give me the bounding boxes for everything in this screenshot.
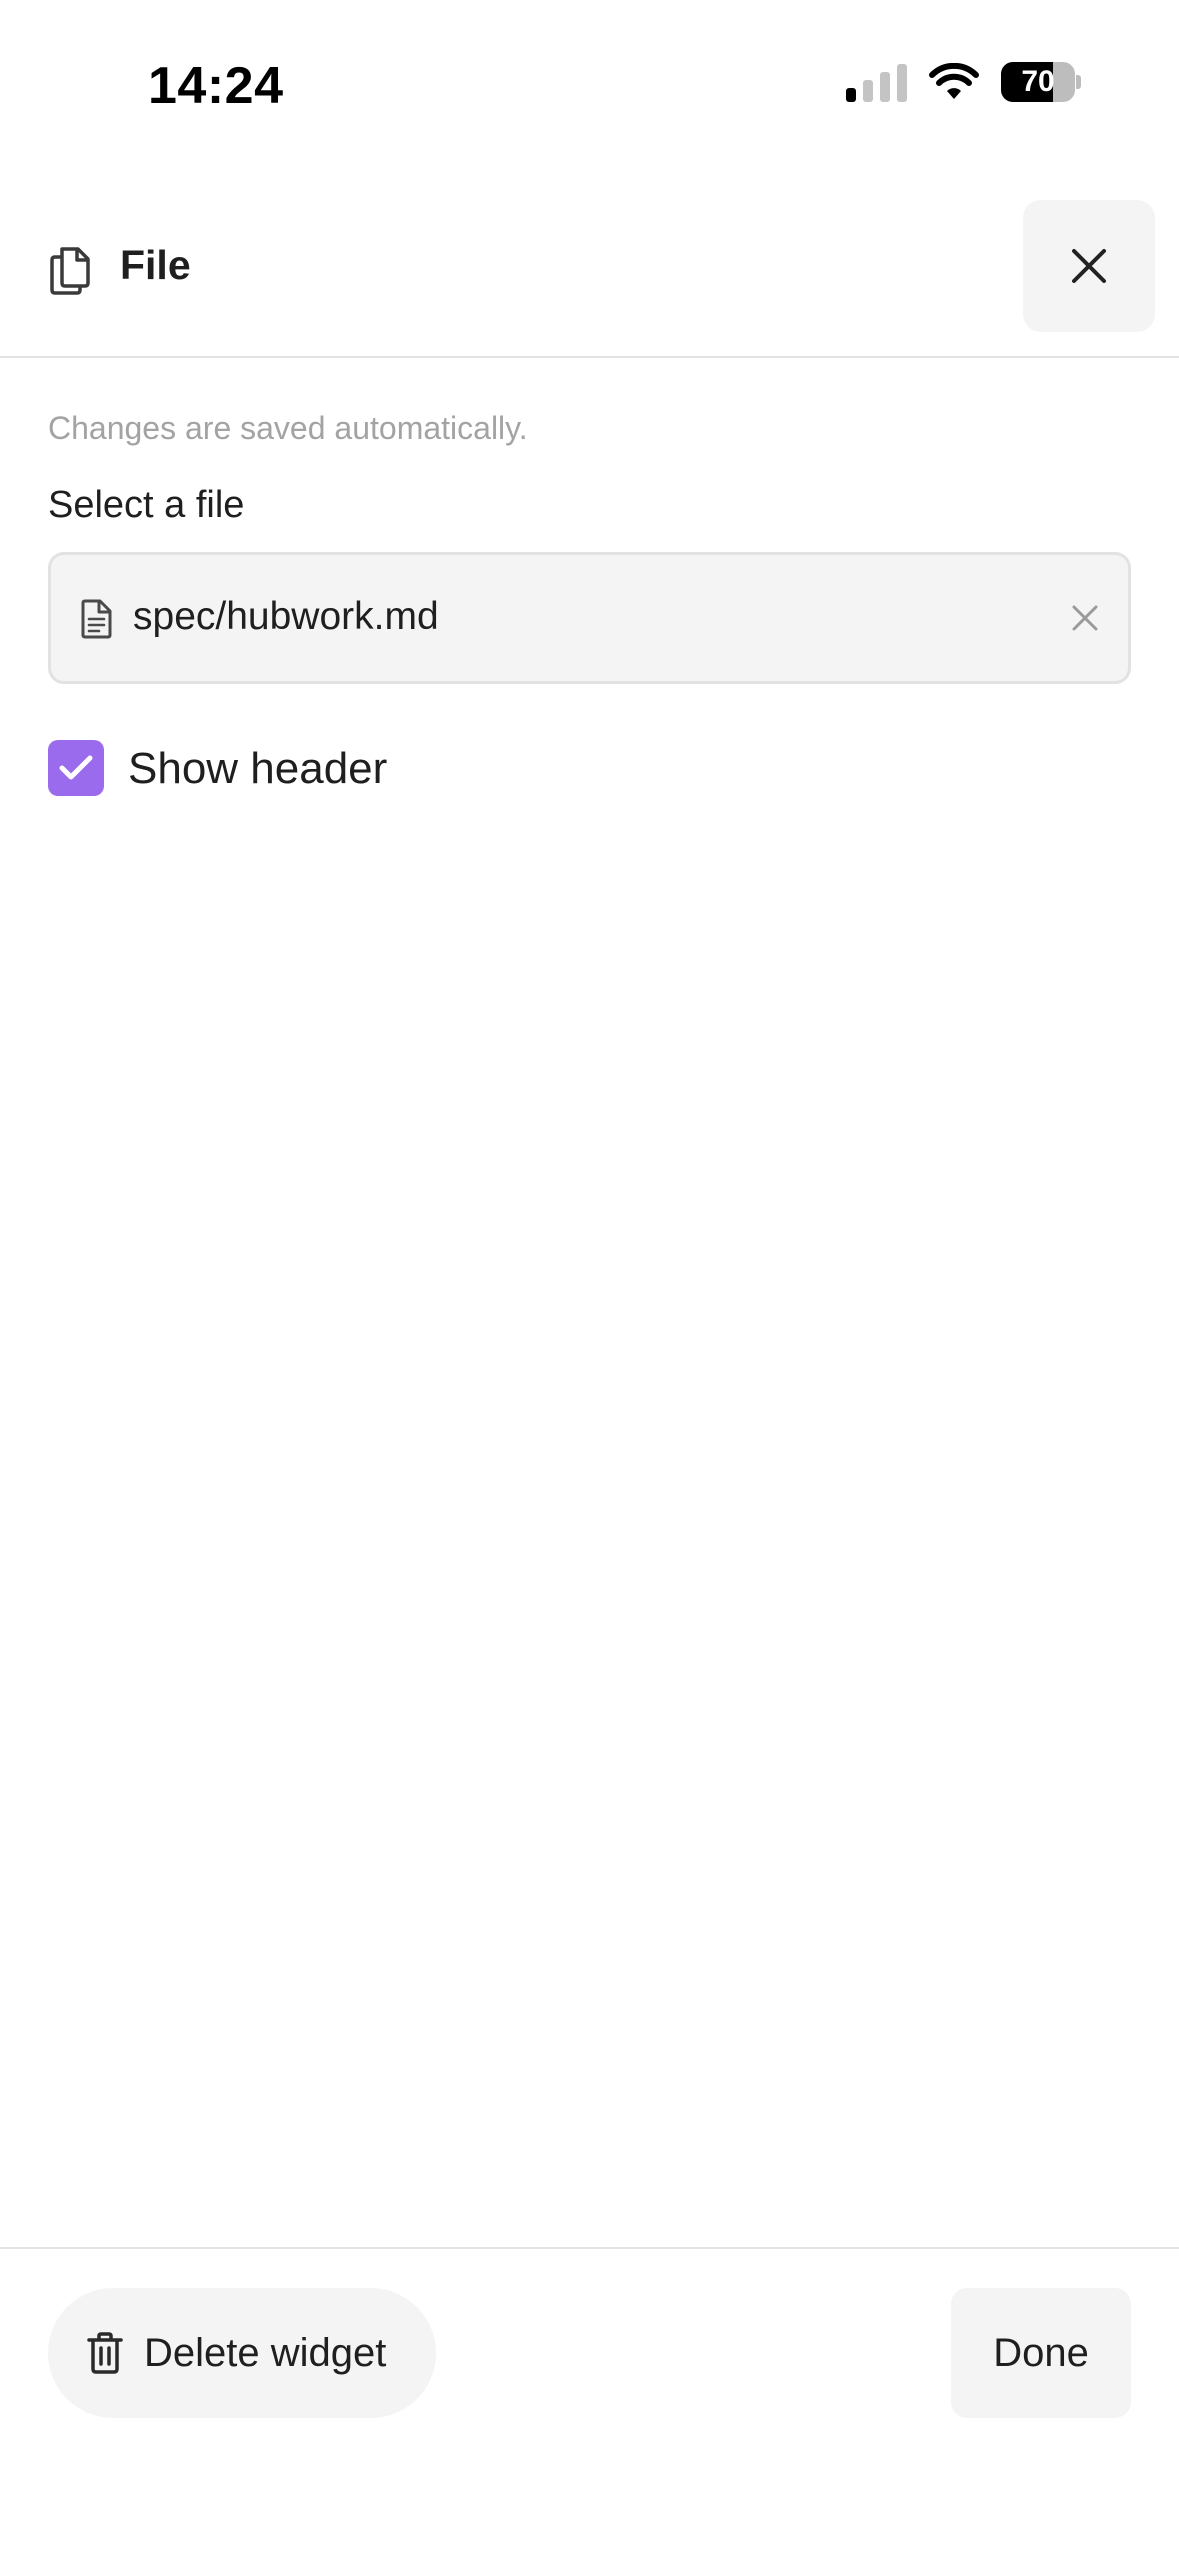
- show-header-checkbox[interactable]: [48, 740, 104, 796]
- close-icon: [1072, 249, 1106, 283]
- file-select-label: Select a file: [48, 484, 245, 526]
- show-header-label[interactable]: Show header: [128, 744, 387, 794]
- widget-settings-sheet: 14:24 70 File Changes are saved automati…: [0, 0, 1179, 2556]
- signal-icon: [846, 62, 907, 102]
- clear-icon[interactable]: [1070, 603, 1100, 633]
- file-copy-icon: [50, 247, 90, 295]
- header-divider: [0, 356, 1179, 358]
- status-indicators: 70: [846, 62, 1081, 102]
- autosave-hint: Changes are saved automatically.: [48, 410, 528, 446]
- wifi-icon: [929, 63, 979, 99]
- file-select-field[interactable]: spec/hubwork.md: [48, 552, 1131, 684]
- sheet-header: File: [0, 200, 1179, 358]
- selected-file-value: spec/hubwork.md: [133, 595, 439, 638]
- document-icon: [81, 599, 112, 639]
- delete-widget-label: Delete widget: [144, 2330, 387, 2375]
- sheet-title: File: [120, 242, 191, 288]
- done-button[interactable]: Done: [951, 2288, 1131, 2418]
- trash-icon: [87, 2332, 123, 2374]
- status-time: 14:24: [148, 57, 284, 115]
- battery-icon: 70: [1001, 62, 1081, 102]
- battery-percent: 70: [1021, 65, 1055, 98]
- checkmark-icon: [59, 755, 93, 780]
- footer-divider: [0, 2247, 1179, 2249]
- close-button[interactable]: [1023, 200, 1155, 332]
- delete-widget-button[interactable]: Delete widget: [48, 2288, 436, 2418]
